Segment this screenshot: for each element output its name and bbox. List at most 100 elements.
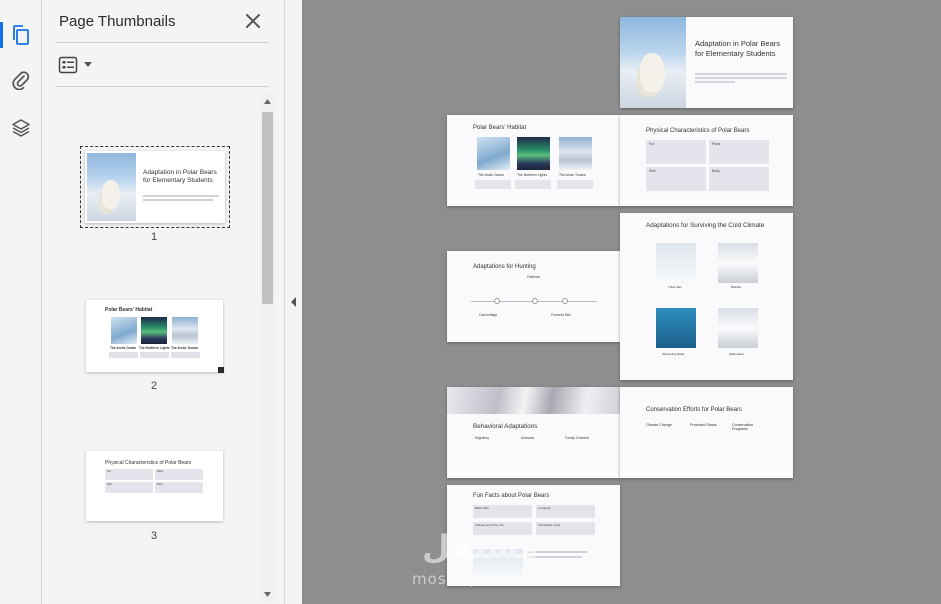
scroll-up-button[interactable] [260, 94, 275, 109]
caption: Thick Skin [668, 285, 682, 289]
arctic-tundra-image [172, 317, 198, 344]
cell-label: Fur [649, 142, 655, 146]
caption: The Arctic Tundra [559, 173, 586, 177]
cell-label: Skin [107, 483, 113, 486]
text-block [171, 352, 200, 358]
page-number-label: 1 [150, 231, 158, 243]
cell-label: Body [712, 169, 720, 173]
cell-label: Vulnerable Cubs [538, 523, 561, 527]
timeline-label: Camouflage [479, 313, 498, 317]
list-item: Nomadic [521, 436, 535, 440]
info-cell [105, 469, 153, 480]
slide-title: Adaptations for Surviving the Cold Clima… [646, 222, 765, 229]
thumbnail-options-button[interactable] [58, 54, 98, 76]
text-block [109, 352, 138, 358]
cell-label: Longevity [538, 506, 551, 510]
resize-handle[interactable] [218, 367, 224, 373]
chevron-down-icon [84, 62, 92, 67]
slide-title: Conservation Efforts for Polar Bears [646, 407, 742, 413]
attachments-tool-button[interactable] [6, 65, 36, 95]
thumbnail-options-icon [58, 56, 78, 74]
info-cell [646, 140, 706, 164]
page-number-label: 3 [150, 530, 158, 542]
thumbnails-scrollbar[interactable] [260, 94, 275, 602]
column-heading: Protected Status [690, 423, 717, 427]
cell-label: Paws [712, 142, 721, 146]
cell-label: Skin [649, 169, 656, 173]
list-item: Migratory [475, 436, 490, 440]
slide-6[interactable]: Behavioral Adaptations Migratory Nomadic… [447, 387, 620, 478]
cell-label: Paws [157, 470, 164, 473]
page-number-label: 2 [150, 380, 158, 392]
slide-2[interactable]: Polar Bears' Habitat The Arctic Ocean Th… [447, 115, 620, 206]
timeline-node [494, 298, 500, 304]
text-line [143, 195, 219, 197]
cell-label: Body [157, 483, 163, 486]
polar-bear-image [87, 153, 136, 221]
cell-label: Athletes and Prey Tro [475, 523, 504, 527]
pages-icon [13, 25, 29, 45]
timeline-label: Patience [527, 275, 541, 279]
page-thumbnail-2[interactable]: Polar Bears' Habitat The Arctic Ocean Th… [86, 300, 224, 373]
text-block [140, 352, 169, 358]
caption: The Arctic Ocean [110, 346, 137, 350]
left-tool-rail [0, 0, 42, 604]
layers-icon [12, 119, 30, 137]
caption: The Arctic Tundra [171, 346, 198, 350]
panel-collapse-bar[interactable] [284, 0, 302, 604]
panel-header: Page Thumbnails [43, 0, 283, 44]
watermark-logo: مستقل [422, 528, 540, 566]
page-thumbnails-panel: Page Thumbnails Adaptation in Polar Bear… [43, 0, 283, 604]
panel-title: Page Thumbnails [59, 13, 176, 30]
chevron-up-icon [264, 99, 271, 104]
collapse-arrow-icon[interactable] [289, 296, 299, 308]
slide-7[interactable]: Conservation Efforts for Polar Bears Cli… [620, 387, 793, 478]
text-block [557, 180, 593, 189]
thumbnail-title: Physical Characteristics of Polar Bears [105, 460, 192, 466]
slide-3[interactable]: Physical Characteristics of Polar Bears … [620, 115, 793, 206]
document-view[interactable]: Adaptation in Polar Bears for Elementary… [302, 0, 941, 604]
hibernating-bear-image [718, 308, 758, 348]
page-thumbnail-3[interactable]: Physical Characteristics of Polar Bears … [86, 451, 223, 521]
page-thumbnails-tool-button[interactable] [0, 20, 36, 50]
column-heading: Conservation Programs [732, 423, 754, 431]
slide-1[interactable]: Adaptation in Polar Bears for Elementary… [620, 17, 793, 108]
caption: The Arctic Ocean [478, 173, 505, 177]
slide-title: Fun Facts about Polar Bears [473, 493, 550, 499]
arctic-ocean-image [111, 317, 137, 344]
header-image [447, 387, 620, 414]
caption: Swimming Ability [662, 352, 685, 356]
cell-label: Black Skin [475, 506, 490, 510]
list-item: Family Oriented [565, 436, 589, 440]
timeline-node [562, 298, 568, 304]
slide-4[interactable]: Adaptations for Hunting Patience Camoufl… [447, 251, 620, 342]
column-heading: Climate Change [646, 423, 672, 427]
layers-tool-button[interactable] [6, 113, 36, 143]
timeline-label: Powerful Bite [551, 313, 571, 317]
slide-5[interactable]: Adaptations for Surviving the Cold Clima… [620, 213, 793, 380]
polar-bear-image [620, 17, 686, 108]
chevron-down-icon [264, 592, 271, 597]
scroll-down-button[interactable] [260, 587, 275, 602]
northern-lights-image [517, 137, 550, 170]
header-divider [55, 42, 269, 43]
thumbnails-list: Adaptation in Polar Bears for Elementary… [43, 94, 283, 604]
text-line [143, 199, 213, 201]
slide-title: Polar Bears' Habitat [473, 125, 527, 131]
text-line [695, 77, 787, 79]
close-panel-button[interactable] [243, 11, 263, 31]
caption: The Northern Lights [139, 346, 170, 350]
timeline-node [532, 298, 538, 304]
swimming-bear-image [656, 308, 696, 348]
thumbnail-title: Adaptation in Polar Bears for Elementary… [143, 169, 217, 184]
slide-title: Adaptations for Hunting [473, 264, 536, 270]
close-icon [246, 14, 260, 28]
slide-title: Physical Characteristics of Polar Bears [646, 128, 750, 134]
caption: The Northern Lights [517, 173, 547, 177]
arctic-tundra-image [559, 137, 592, 170]
text-line [695, 81, 735, 83]
arctic-ocean-image [477, 137, 510, 170]
page-thumbnail-1[interactable]: Adaptation in Polar Bears for Elementary… [80, 146, 230, 228]
scrollbar-thumb[interactable] [262, 112, 273, 304]
info-cell [105, 482, 153, 493]
